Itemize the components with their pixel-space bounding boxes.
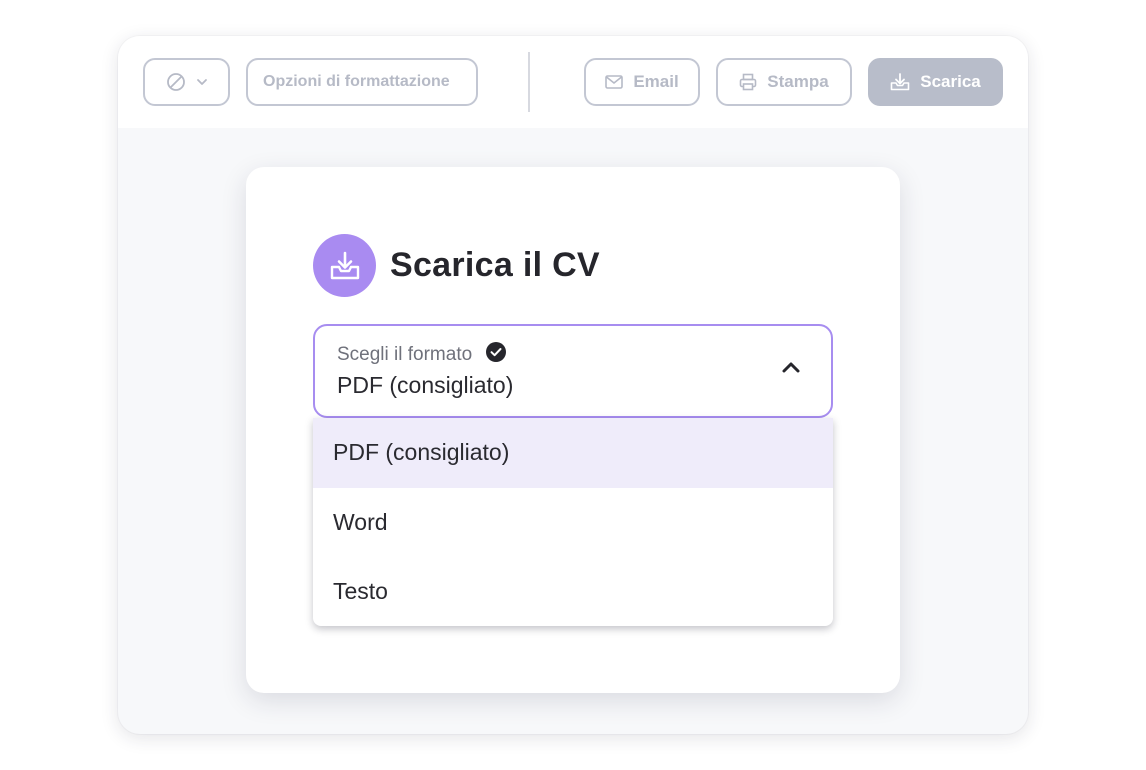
download-button-label: Scarica [920,72,981,91]
toolbar: Opzioni di formattazione Email Stampa Sc… [118,36,1028,128]
format-select[interactable]: Scegli il formato PDF (consigliato) [313,324,833,418]
format-select-value: PDF (consigliato) [337,372,514,398]
chevron-down-icon [186,78,208,86]
email-button[interactable]: Email [584,58,700,106]
check-circle-icon [486,342,507,368]
dialog-title: Scarica il CV [390,246,600,284]
printer-icon [739,73,757,91]
email-button-label: Email [633,72,679,91]
format-option-word[interactable]: Word [313,488,833,558]
format-select-label: Scegli il formato [337,342,507,368]
chevron-up-icon[interactable] [781,360,801,379]
print-button-label: Stampa [767,72,829,91]
format-select-label-text: Scegli il formato [337,344,473,365]
no-style-icon [166,72,186,92]
formatting-options-label: Opzioni di formattazione [263,73,450,90]
format-option-pdf[interactable]: PDF (consigliato) [313,418,833,488]
format-options-menu: PDF (consigliato) Word Testo [313,418,833,626]
style-dropdown-button[interactable] [143,58,230,106]
formatting-options-button[interactable]: Opzioni di formattazione [246,58,478,106]
download-dialog: Scarica il CV Scegli il formato PDF (con… [246,167,900,693]
dialog-header: Scarica il CV [313,234,600,297]
download-tray-icon [890,73,910,91]
print-button[interactable]: Stampa [716,58,852,106]
format-option-text[interactable]: Testo [313,557,833,626]
app-window: Opzioni di formattazione Email Stampa Sc… [118,36,1028,734]
mail-icon [605,75,624,89]
download-tray-icon [313,234,376,297]
toolbar-divider [528,52,530,112]
download-button[interactable]: Scarica [868,58,1003,106]
